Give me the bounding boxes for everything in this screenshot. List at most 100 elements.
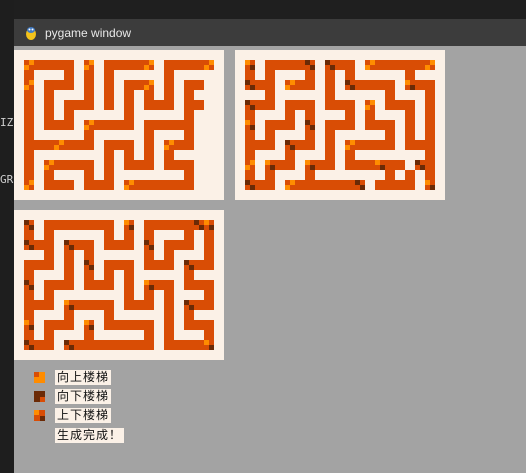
maze-path-cell xyxy=(104,150,114,160)
maze-path-cell xyxy=(295,180,305,190)
maze-path-cell xyxy=(355,140,365,150)
maze-path-cell xyxy=(345,110,355,120)
down-stair-mark xyxy=(250,85,255,90)
maze-path-cell xyxy=(124,140,134,150)
maze-path-cell xyxy=(104,90,114,100)
maze-path-cell xyxy=(184,100,194,110)
maze-path-cell xyxy=(44,340,54,350)
maze-path-cell xyxy=(54,80,64,90)
maze-path-cell xyxy=(265,130,275,140)
maze-path-cell xyxy=(174,160,184,170)
down-stair-mark xyxy=(69,305,74,310)
maze-path-cell xyxy=(425,110,435,120)
maze-path-cell xyxy=(265,60,275,70)
maze-path-cell xyxy=(164,220,174,230)
maze-path-cell xyxy=(245,140,255,150)
maze-path-cell xyxy=(114,120,124,130)
maze-path-cell xyxy=(124,80,134,90)
maze-path-cell xyxy=(134,300,144,310)
maze-path-cell xyxy=(194,80,204,90)
maze-path-cell xyxy=(245,150,255,160)
maze-path-cell xyxy=(194,320,204,330)
maze-path-cell xyxy=(44,240,54,250)
maze-path-cell xyxy=(204,260,214,270)
legend-label-updown: 上下楼梯 xyxy=(55,408,112,423)
maze-path-cell xyxy=(255,180,265,190)
down-stair-mark xyxy=(89,265,94,270)
up-stair-mark xyxy=(365,65,370,70)
maze-path-cell xyxy=(425,90,435,100)
maze-path-cell xyxy=(84,240,94,250)
up-stair-mark xyxy=(290,80,295,85)
maze-path-cell xyxy=(124,100,134,110)
maze-path-cell xyxy=(64,60,74,70)
maze-path-cell xyxy=(84,250,94,260)
maze-path-cell xyxy=(54,60,64,70)
maze-path-cell xyxy=(94,180,104,190)
maze-path-cell xyxy=(184,310,194,320)
down-stair-mark xyxy=(355,180,360,185)
maze-path-cell xyxy=(114,140,124,150)
down-stair-mark xyxy=(250,185,255,190)
up-stair-mark xyxy=(124,185,129,190)
maze-path-cell xyxy=(164,290,174,300)
maze-path-cell xyxy=(194,280,204,290)
maze-path-cell xyxy=(64,320,74,330)
maze-path-cell xyxy=(114,60,124,70)
maze-path-cell xyxy=(134,80,144,90)
maze-path-cell xyxy=(134,160,144,170)
maze-2-canvas xyxy=(235,50,445,200)
maze-path-cell xyxy=(335,180,345,190)
down-stair-mark xyxy=(305,120,310,125)
maze-path-cell xyxy=(425,160,435,170)
maze-path-cell xyxy=(305,180,315,190)
maze-path-cell xyxy=(84,170,94,180)
maze-path-cell xyxy=(54,180,64,190)
maze-path-cell xyxy=(375,80,385,90)
down-stairs-icon xyxy=(34,391,45,402)
maze-path-cell xyxy=(154,260,164,270)
maze-path-cell xyxy=(385,130,395,140)
maze-path-cell xyxy=(204,240,214,250)
maze-path-cell xyxy=(64,280,74,290)
down-stair-mark xyxy=(29,225,34,230)
maze-path-cell xyxy=(74,240,84,250)
maze-path-cell xyxy=(204,250,214,260)
maze-path-cell xyxy=(164,150,174,160)
maze-path-cell xyxy=(24,150,34,160)
maze-path-cell xyxy=(325,70,335,80)
maze-path-cell xyxy=(335,60,345,70)
down-stair-mark xyxy=(250,125,255,130)
maze-path-cell xyxy=(104,170,114,180)
maze-path-cell xyxy=(164,250,174,260)
pygame-window[interactable]: pygame window 向上楼梯 向下楼梯 上下楼梯 生成完成！ xyxy=(14,19,526,473)
up-stair-mark xyxy=(129,180,134,185)
maze-path-cell xyxy=(104,280,114,290)
maze-path-cell xyxy=(54,280,64,290)
maze-path-cell xyxy=(265,90,275,100)
maze-path-cell xyxy=(285,110,295,120)
maze-path-cell xyxy=(44,250,54,260)
legend-row-status: 生成完成！ xyxy=(55,428,125,443)
down-stair-mark xyxy=(410,85,415,90)
maze-path-cell xyxy=(375,120,385,130)
maze-path-cell xyxy=(375,60,385,70)
maze-path-cell xyxy=(174,340,184,350)
pygame-logo-icon xyxy=(26,26,36,40)
maze-path-cell xyxy=(64,260,74,270)
down-stair-mark xyxy=(209,225,214,230)
maze-path-cell xyxy=(365,140,375,150)
maze-path-cell xyxy=(184,170,194,180)
maze-1 xyxy=(14,50,224,200)
title-bar[interactable]: pygame window xyxy=(14,19,526,46)
maze-path-cell xyxy=(345,60,355,70)
maze-path-cell xyxy=(64,310,74,320)
up-stairs-icon xyxy=(34,372,45,383)
maze-path-cell xyxy=(325,130,335,140)
maze-path-cell xyxy=(44,280,54,290)
down-stair-mark xyxy=(270,165,275,170)
maze-path-cell xyxy=(325,90,335,100)
maze-path-cell xyxy=(184,120,194,130)
maze-path-cell xyxy=(355,80,365,90)
down-stair-mark xyxy=(84,260,89,265)
